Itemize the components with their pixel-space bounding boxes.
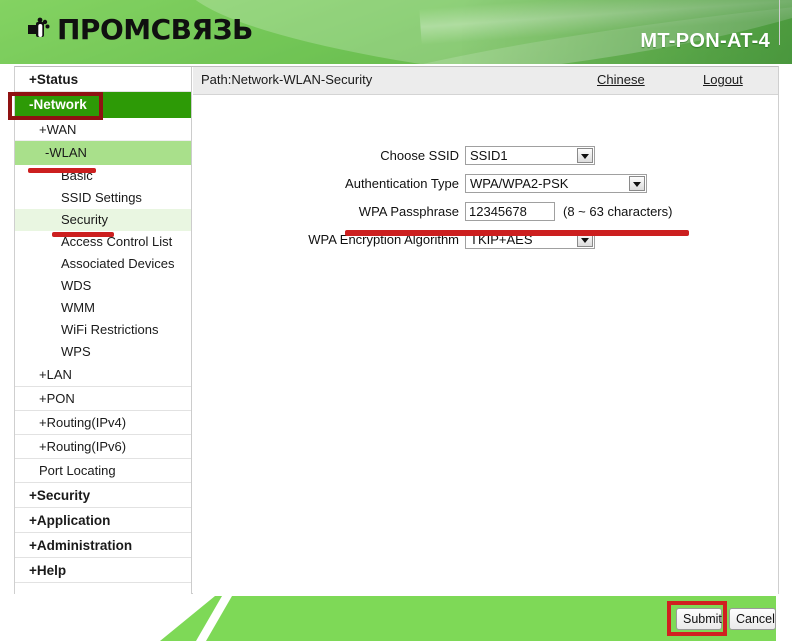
sidebar-item-wlan[interactable]: -WLAN <box>15 141 191 165</box>
sidebar-item-label: +Application <box>29 513 111 528</box>
sidebar-navigation: +Status -Network +WAN -WLAN Basic SSID S… <box>15 67 192 594</box>
wpa-encryption-algorithm-select[interactable]: TKIP+AES <box>465 230 595 249</box>
logout-link[interactable]: Logout <box>703 72 743 87</box>
chevron-down-icon[interactable] <box>577 148 593 163</box>
page-footer <box>0 596 792 641</box>
sidebar-item-administration[interactable]: +Administration <box>15 533 191 558</box>
sidebar-item-wmm[interactable]: WMM <box>15 297 191 319</box>
sidebar-item-label: +Routing(IPv4) <box>39 415 127 430</box>
sidebar-item-label: WMM <box>61 300 95 315</box>
form-row-authentication-type: Authentication Type WPA/WPA2-PSK <box>193 173 778 194</box>
sidebar-item-label: +PON <box>39 391 75 406</box>
form-row-wpa-passphrase: WPA Passphrase (8 ~ 63 characters) <box>193 201 778 222</box>
sidebar-item-label: Associated Devices <box>61 256 175 271</box>
cancel-button[interactable]: Cancel <box>729 608 776 630</box>
sidebar-item-wan[interactable]: +WAN <box>15 118 191 141</box>
sidebar-item-associated-devices[interactable]: Associated Devices <box>15 253 191 275</box>
submit-button[interactable]: Submit <box>676 608 722 630</box>
authentication-type-select[interactable]: WPA/WPA2-PSK <box>465 174 647 193</box>
sidebar-item-label: Security <box>61 212 108 227</box>
wpa-encryption-algorithm-label: WPA Encryption Algorithm <box>308 232 459 247</box>
sidebar-item-port-locating[interactable]: Port Locating <box>15 459 191 483</box>
sidebar-item-label: +LAN <box>39 367 72 382</box>
sidebar-item-wds[interactable]: WDS <box>15 275 191 297</box>
sidebar-item-label: +Routing(IPv6) <box>39 439 127 454</box>
choose-ssid-label: Choose SSID <box>380 148 459 163</box>
sidebar-item-security[interactable]: +Security <box>15 483 191 508</box>
brand-name: ПРОМСВЯЗЬ <box>57 13 253 46</box>
router-admin-page: ПРОМСВЯЗЬ MT-PON-AT-4 +Status -Network +… <box>0 0 792 641</box>
sidebar-item-label: +Administration <box>29 538 133 553</box>
page-right-border <box>779 0 780 45</box>
content-area: Path:Network-WLAN-Security Chinese Logou… <box>193 67 778 594</box>
sidebar-item-label: Basic <box>61 168 93 183</box>
sidebar-item-label: -Network <box>29 97 87 112</box>
language-chinese-link[interactable]: Chinese <box>597 72 645 87</box>
brand-logo: ПРОМСВЯЗЬ <box>26 10 253 50</box>
choose-ssid-value: SSID1 <box>470 148 508 163</box>
sidebar-item-help[interactable]: +Help <box>15 558 191 583</box>
sidebar-item-label: +Help <box>29 563 67 578</box>
sidebar-item-ssid-settings[interactable]: SSID Settings <box>15 187 191 209</box>
sidebar-item-pon[interactable]: +PON <box>15 387 191 411</box>
sidebar-item-label: +Status <box>29 72 79 87</box>
sidebar-item-routing-ipv6[interactable]: +Routing(IPv6) <box>15 435 191 459</box>
breadcrumb-bar: Path:Network-WLAN-Security Chinese Logou… <box>193 67 778 95</box>
sidebar-item-basic[interactable]: Basic <box>15 165 191 187</box>
chevron-down-icon[interactable] <box>577 232 593 247</box>
sidebar-item-label: Access Control List <box>61 234 173 249</box>
footer-green-banner <box>160 596 776 641</box>
sidebar-item-label: WDS <box>61 278 92 293</box>
page-header: ПРОМСВЯЗЬ MT-PON-AT-4 <box>0 0 792 64</box>
sidebar-item-network[interactable]: -Network <box>15 92 191 118</box>
form-row-wpa-encryption-algorithm: WPA Encryption Algorithm TKIP+AES <box>193 229 778 250</box>
choose-ssid-select[interactable]: SSID1 <box>465 146 595 165</box>
sidebar-item-label: WiFi Restrictions <box>61 322 159 337</box>
sidebar-item-label: SSID Settings <box>61 190 142 205</box>
authentication-type-label: Authentication Type <box>345 176 459 191</box>
sidebar-item-wifi-restrictions[interactable]: WiFi Restrictions <box>15 319 191 341</box>
sidebar-item-security-wlan[interactable]: Security <box>15 209 191 231</box>
device-model-name: MT-PON-AT-4 <box>640 30 770 52</box>
plug-connector-icon <box>26 15 56 45</box>
sidebar-item-lan[interactable]: +LAN <box>15 363 191 387</box>
authentication-type-value: WPA/WPA2-PSK <box>470 176 569 191</box>
sidebar-item-status[interactable]: +Status <box>15 67 191 92</box>
sidebar-item-label: +Security <box>29 488 91 503</box>
breadcrumb: Path:Network-WLAN-Security <box>201 72 373 87</box>
sidebar-item-access-control-list[interactable]: Access Control List <box>15 231 191 253</box>
chevron-down-icon[interactable] <box>629 176 645 191</box>
sidebar-item-wps[interactable]: WPS <box>15 341 191 363</box>
sidebar-item-label: +WAN <box>39 122 77 137</box>
wpa-passphrase-label: WPA Passphrase <box>358 204 459 219</box>
wpa-encryption-algorithm-value: TKIP+AES <box>470 232 533 247</box>
sidebar-item-label: -WLAN <box>45 145 87 160</box>
wpa-passphrase-input[interactable] <box>465 202 555 221</box>
wlan-security-form: Choose SSID SSID1 Authentication Type WP… <box>193 95 778 250</box>
wpa-passphrase-hint: (8 ~ 63 characters) <box>563 204 673 219</box>
sidebar-item-label: Port Locating <box>39 463 116 478</box>
form-row-choose-ssid: Choose SSID SSID1 <box>193 145 778 166</box>
sidebar-item-label: WPS <box>61 344 91 359</box>
sidebar-item-application[interactable]: +Application <box>15 508 191 533</box>
sidebar-item-routing-ipv4[interactable]: +Routing(IPv4) <box>15 411 191 435</box>
